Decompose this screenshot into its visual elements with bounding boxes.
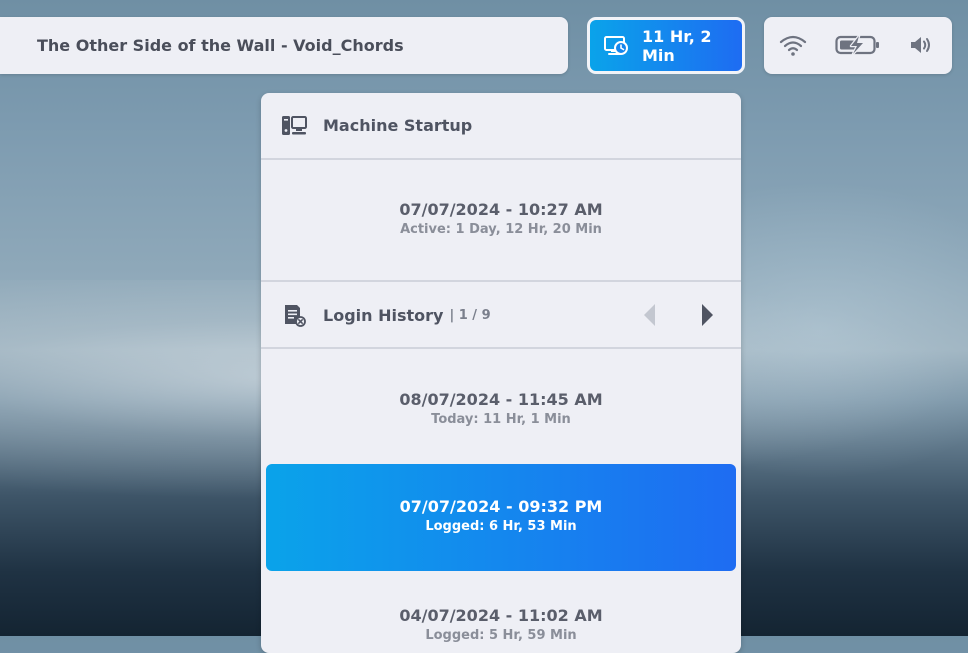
machine-startup-header: Machine Startup: [261, 93, 741, 158]
login-history-page-indicator: | 1 / 9: [449, 307, 491, 323]
login-datetime: 08/07/2024 - 11:45 AM: [399, 390, 603, 409]
next-page-button[interactable]: [695, 303, 719, 327]
divider: [261, 347, 741, 349]
battery-charging-icon[interactable]: [835, 31, 881, 59]
login-datetime: 07/07/2024 - 09:32 PM: [399, 497, 603, 516]
speaker-icon[interactable]: [909, 31, 933, 59]
login-history-label: Login History: [323, 305, 444, 325]
wifi-icon[interactable]: [778, 31, 808, 59]
login-duration: Logged: 6 Hr, 53 Min: [425, 519, 577, 534]
machine-startup-entry: 07/07/2024 - 10:27 AM Active: 1 Day, 12 …: [261, 200, 741, 239]
computer-tower-icon: [281, 114, 307, 138]
now-playing-bar[interactable]: The Other Side of the Wall - Void_Chords: [0, 17, 568, 74]
previous-page-button[interactable]: [638, 303, 662, 327]
machine-startup-label: Machine Startup: [323, 116, 473, 135]
divider: [261, 158, 741, 160]
login-history-entry[interactable]: 08/07/2024 - 11:45 AM Today: 11 Hr, 1 Mi…: [261, 390, 741, 429]
login-history-entry-selected[interactable]: 07/07/2024 - 09:32 PM Logged: 6 Hr, 53 M…: [266, 464, 736, 571]
status-tray: [764, 17, 952, 74]
now-playing-title: The Other Side of the Wall - Void_Chords: [37, 36, 404, 55]
login-history-entry[interactable]: 04/07/2024 - 11:02 AM Logged: 5 Hr, 59 M…: [261, 606, 741, 645]
uptime-button[interactable]: 11 Hr, 2 Min: [587, 17, 745, 74]
login-duration: Logged: 5 Hr, 59 Min: [425, 628, 577, 643]
login-duration: Today: 11 Hr, 1 Min: [431, 412, 571, 427]
startup-datetime: 07/07/2024 - 10:27 AM: [399, 200, 603, 219]
uptime-label: 11 Hr, 2 Min: [642, 26, 712, 65]
monitor-clock-icon: [604, 35, 628, 57]
startup-active-duration: Active: 1 Day, 12 Hr, 20 Min: [400, 222, 602, 237]
history-log-icon: [281, 303, 307, 327]
login-history-header: Login History | 1 / 9: [261, 282, 741, 348]
session-panel: Machine Startup 07/07/2024 - 10:27 AM Ac…: [261, 93, 741, 653]
login-datetime: 04/07/2024 - 11:02 AM: [399, 606, 603, 625]
